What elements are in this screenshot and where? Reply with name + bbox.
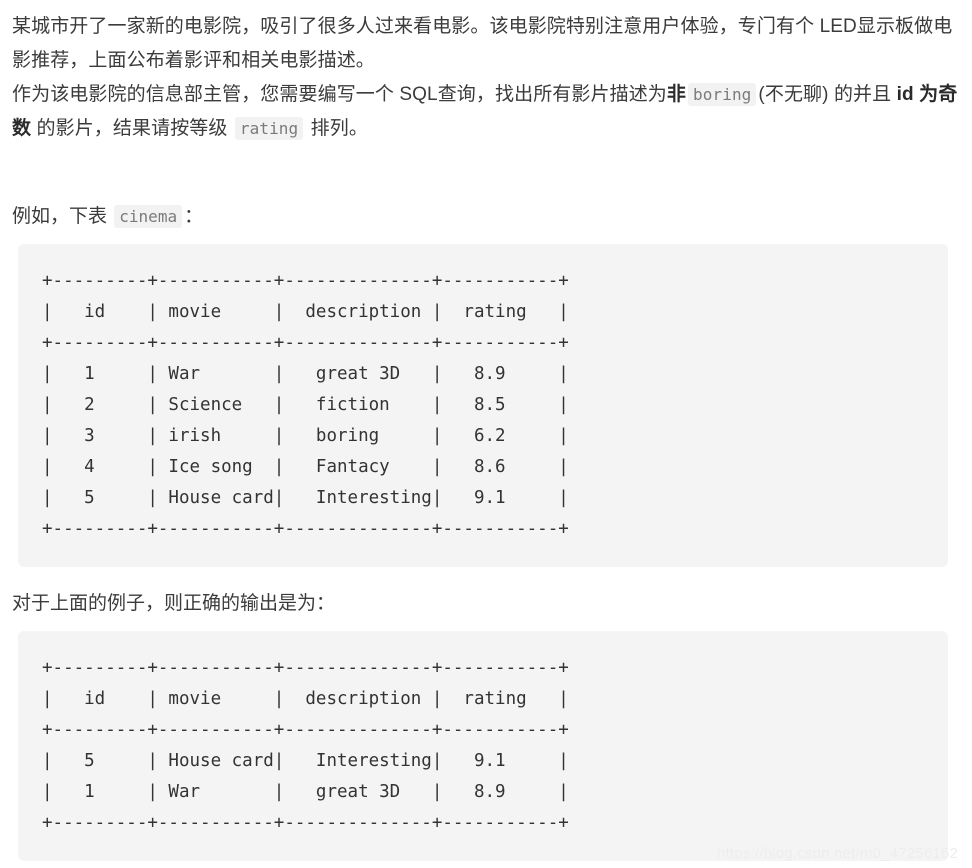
example-lead-in-prefix: 例如，下表 [12,206,113,227]
problem-statement-segment-1: 作为该电影院的信息部主管，您需要编写一个 SQL查询，找出所有影片描述为 [12,84,667,105]
intro-paragraph-2: 作为该电影院的信息部主管，您需要编写一个 SQL查询，找出所有影片描述为非 bor… [12,78,958,146]
example-lead-in-suffix: ： [184,206,204,227]
document-page: 某城市开了一家新的电影院，吸引了很多人过来看电影。该电影院特别注意用户体验，专门… [0,0,972,868]
inline-code-boring: boring [688,83,757,106]
cinema-table-codeblock: +---------+-----------+--------------+--… [18,244,948,567]
example-lead-in: 例如，下表 cinema： [12,202,958,232]
expected-output-table-codeblock: +---------+-----------+--------------+--… [18,631,948,861]
inline-code-cinema: cinema [114,205,183,228]
output-lead-in: 对于上面的例子，则正确的输出是为： [12,593,336,614]
problem-statement-segment-4: 排列。 [305,118,368,139]
problem-bold-not: 非 [666,84,687,105]
problem-statement-segment-3: 的影片，结果请按等级 [31,118,233,139]
problem-statement-segment-2: (不无聊) 的并且 [758,84,897,105]
inline-code-rating: rating [234,117,304,140]
intro-paragraph-1: 某城市开了一家新的电影院，吸引了很多人过来看电影。该电影院特别注意用户体验，专门… [12,16,953,71]
